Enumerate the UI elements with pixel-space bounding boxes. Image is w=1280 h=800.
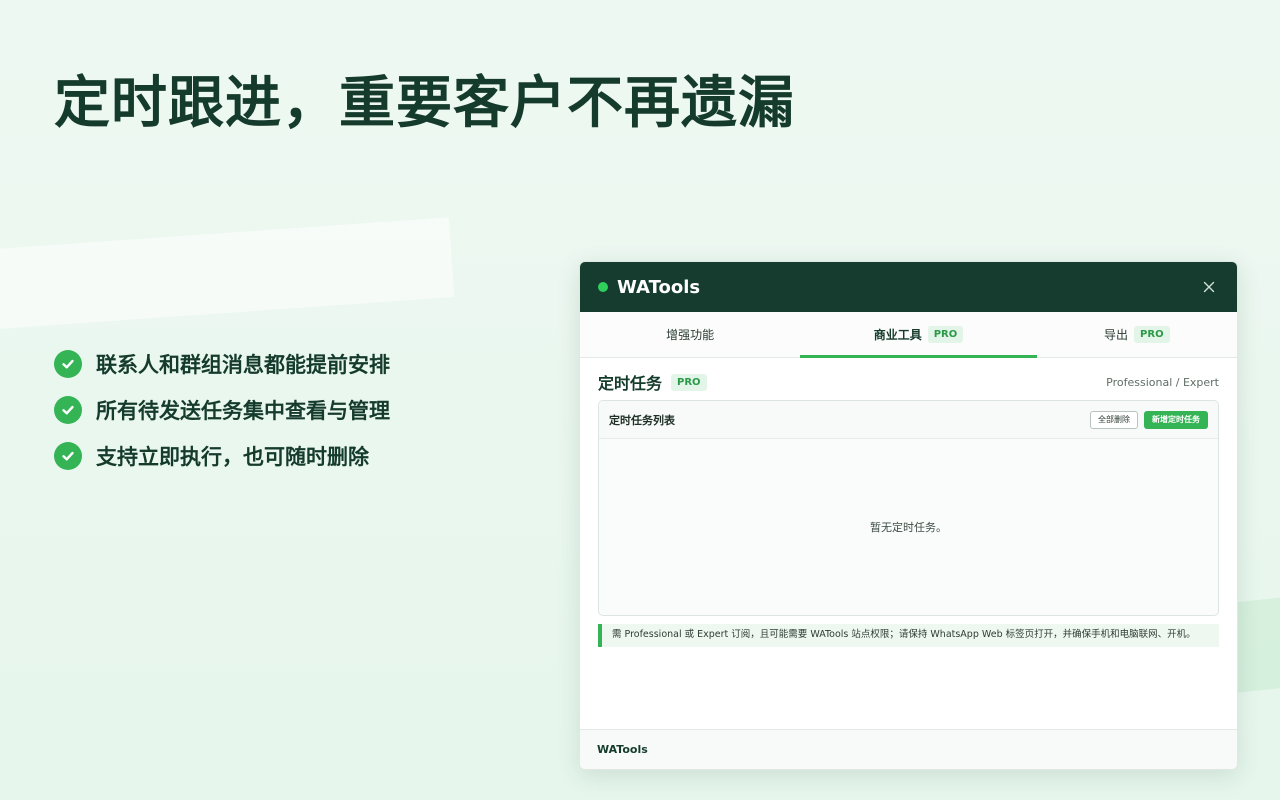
task-list-header: 定时任务列表 全部删除 新增定时任务 (599, 401, 1218, 439)
background-stripe (0, 217, 455, 330)
task-list-panel: 定时任务列表 全部删除 新增定时任务 暂无定时任务。 (598, 400, 1219, 616)
feature-item: 支持立即执行，也可随时删除 (54, 442, 390, 470)
add-task-button[interactable]: 新增定时任务 (1144, 410, 1208, 429)
check-circle-icon (54, 396, 82, 424)
empty-state: 暂无定时任务。 (870, 521, 947, 534)
plan-label: Professional / Expert (1106, 375, 1219, 389)
tab-enhanced-features[interactable]: 增强功能 (580, 312, 800, 357)
check-circle-icon (54, 442, 82, 470)
tab-business-tools[interactable]: 商业工具 PRO (800, 312, 1037, 358)
feature-item: 联系人和群组消息都能提前安排 (54, 350, 390, 378)
close-icon[interactable] (1201, 279, 1217, 295)
section-title-text: 定时任务 (598, 374, 663, 393)
check-circle-icon (54, 350, 82, 378)
tab-label: 导出 (1104, 328, 1129, 342)
pro-badge: PRO (1134, 326, 1170, 343)
feature-text: 所有待发送任务集中查看与管理 (96, 399, 390, 423)
feature-list: 联系人和群组消息都能提前安排 所有待发送任务集中查看与管理 支持立即执行，也可随… (54, 350, 390, 488)
window-title: WATools (617, 276, 701, 298)
task-list-title: 定时任务列表 (609, 413, 675, 427)
hero-title: 定时跟进，重要客户不再遗漏 (54, 71, 795, 136)
watools-window: WATools 增强功能 商业工具 PRO 导出 PRO 定时任务 PRO Pr… (579, 261, 1238, 770)
section-title: 定时任务 PRO (598, 370, 707, 394)
task-actions: 全部删除 新增定时任务 (1090, 410, 1208, 429)
feature-text: 支持立即执行，也可随时删除 (96, 445, 369, 469)
feature-item: 所有待发送任务集中查看与管理 (54, 396, 390, 424)
tab-bar: 增强功能 商业工具 PRO 导出 PRO (580, 312, 1237, 358)
pro-badge: PRO (927, 326, 964, 343)
tab-label: 商业工具 (873, 328, 922, 342)
feature-text: 联系人和群组消息都能提前安排 (96, 353, 390, 377)
tab-export[interactable]: 导出 PRO (1037, 312, 1237, 357)
delete-all-button[interactable]: 全部删除 (1090, 410, 1138, 429)
tab-label: 增强功能 (666, 328, 715, 342)
window-header: WATools (580, 262, 1237, 312)
pro-badge: PRO (671, 373, 707, 391)
notice-banner: 需 Professional 或 Expert 订阅，且可能需要 WATools… (598, 624, 1219, 647)
section-header: 定时任务 PRO Professional / Expert (580, 370, 1237, 394)
status-dot-icon (598, 282, 608, 292)
window-footer: WATools (580, 729, 1237, 769)
footer-brand: WATools (597, 743, 648, 756)
